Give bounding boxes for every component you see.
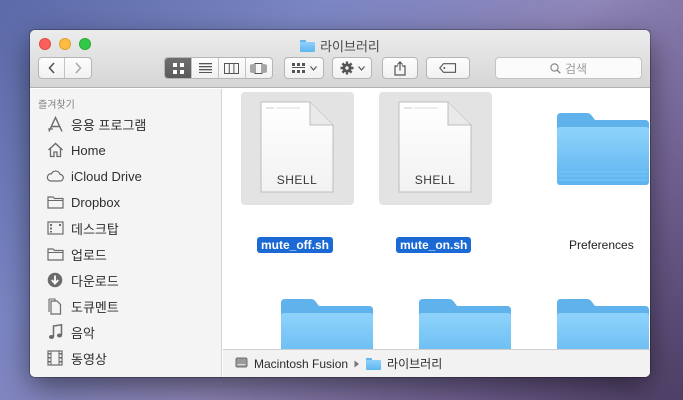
gear-icon — [340, 61, 353, 75]
sidebar-item-label: 동영상 — [71, 351, 107, 367]
sidebar: 즐겨찾기 응용 프로그램 Home iCloud Drive Dropbox 데… — [30, 89, 222, 377]
shell-script-icon: SHELL — [398, 101, 472, 193]
sidebar-item-label: 음악 — [71, 325, 95, 341]
sidebar-item-label: 데스크탑 — [71, 221, 119, 237]
list-view-icon — [198, 63, 212, 73]
file-kind-label: SHELL — [414, 173, 456, 187]
folder-icon — [46, 193, 64, 211]
finder-window: 라이브러리 검색 즐겨찾기 응용 프로그램 Home iCloud Drive … — [30, 30, 650, 377]
sidebar-item-label: 응용 프로그램 — [71, 117, 147, 133]
action-button[interactable] — [332, 57, 372, 79]
sidebar-header-favorites: 즐겨찾기 — [38, 100, 75, 111]
search-icon — [550, 62, 561, 74]
sidebar-item-label: 다운로드 — [71, 273, 119, 289]
folder-icon — [46, 245, 64, 263]
cover-flow-view-button[interactable] — [246, 58, 272, 78]
chevron-right-icon — [75, 62, 82, 74]
file-name-label: mute_off.sh — [257, 237, 334, 253]
sidebar-item-movies[interactable]: 동영상 — [46, 347, 107, 369]
file-browser: SHELL mute_off.sh SHELL mute_on.sh Prefe… — [223, 89, 650, 371]
sidebar-item-label: iCloud Drive — [71, 168, 142, 184]
titlebar: 라이브러리 검색 — [30, 30, 650, 88]
file-kind-label: SHELL — [276, 173, 318, 187]
sidebar-item-desktop[interactable]: 데스크탑 — [46, 217, 119, 239]
nav-buttons — [38, 57, 92, 79]
sidebar-item-home[interactable]: Home — [46, 139, 106, 161]
back-button[interactable] — [39, 58, 66, 78]
sidebar-item-label: Dropbox — [71, 194, 121, 210]
arrange-button[interactable] — [284, 57, 324, 79]
document-icon — [46, 297, 64, 315]
sidebar-item-label: 업로드 — [71, 247, 107, 263]
download-icon — [46, 271, 64, 289]
column-view-button[interactable] — [219, 58, 246, 78]
hard-drive-icon — [235, 356, 248, 372]
file-name-label: Preferences — [569, 238, 634, 252]
tag-icon — [439, 63, 457, 73]
chevron-left-icon — [47, 62, 55, 74]
search-field[interactable]: 검색 — [495, 57, 642, 79]
desktop-icon — [46, 219, 64, 237]
cover-flow-view-icon — [250, 62, 267, 74]
library-folder-icon — [366, 357, 382, 370]
arrange-grid-icon — [291, 62, 305, 73]
sidebar-item-downloads[interactable]: 다운로드 — [46, 269, 119, 291]
sidebar-item-icloud-drive[interactable]: iCloud Drive — [46, 165, 142, 187]
chevron-down-icon — [357, 65, 365, 71]
sidebar-item-applications[interactable]: 응용 프로그램 — [46, 113, 146, 135]
icon-view-button[interactable] — [165, 58, 193, 78]
path-separator-icon — [354, 357, 360, 371]
sidebar-item-label: 도큐멘트 — [71, 299, 119, 315]
file-name-label: mute_on.sh — [396, 237, 472, 253]
shell-script-icon: SHELL — [260, 101, 334, 193]
share-icon — [394, 60, 406, 76]
chevron-down-icon — [309, 65, 317, 71]
window-title-text: 라이브러리 — [320, 39, 380, 54]
sidebar-item-music[interactable]: 음악 — [46, 321, 95, 343]
music-icon — [46, 323, 64, 341]
path-bar: Macintosh Fusion 라이브러리 — [223, 349, 650, 377]
tag-button[interactable] — [426, 57, 470, 79]
sidebar-item-dropbox[interactable]: Dropbox — [46, 191, 120, 213]
list-view-button[interactable] — [192, 58, 219, 78]
path-item-library[interactable]: 라이브러리 — [387, 355, 442, 372]
column-view-icon — [224, 62, 240, 74]
forward-button[interactable] — [65, 58, 91, 78]
movie-icon — [46, 349, 64, 367]
applications-icon — [46, 115, 64, 133]
search-placeholder: 검색 — [564, 61, 588, 76]
window-title: 라이브러리 — [30, 36, 650, 55]
folder-icon — [555, 111, 650, 187]
sidebar-item-documents[interactable]: 도큐멘트 — [46, 295, 119, 317]
cloud-icon — [46, 167, 64, 185]
share-button[interactable] — [382, 57, 418, 79]
library-folder-icon — [300, 39, 316, 52]
view-mode-control — [164, 57, 273, 79]
home-icon — [46, 141, 64, 159]
sidebar-item-upload[interactable]: 업로드 — [46, 243, 107, 265]
icon-view-icon — [172, 62, 184, 74]
path-item-macintosh-fusion[interactable]: Macintosh Fusion — [254, 357, 348, 371]
sidebar-item-label: Home — [71, 142, 106, 158]
